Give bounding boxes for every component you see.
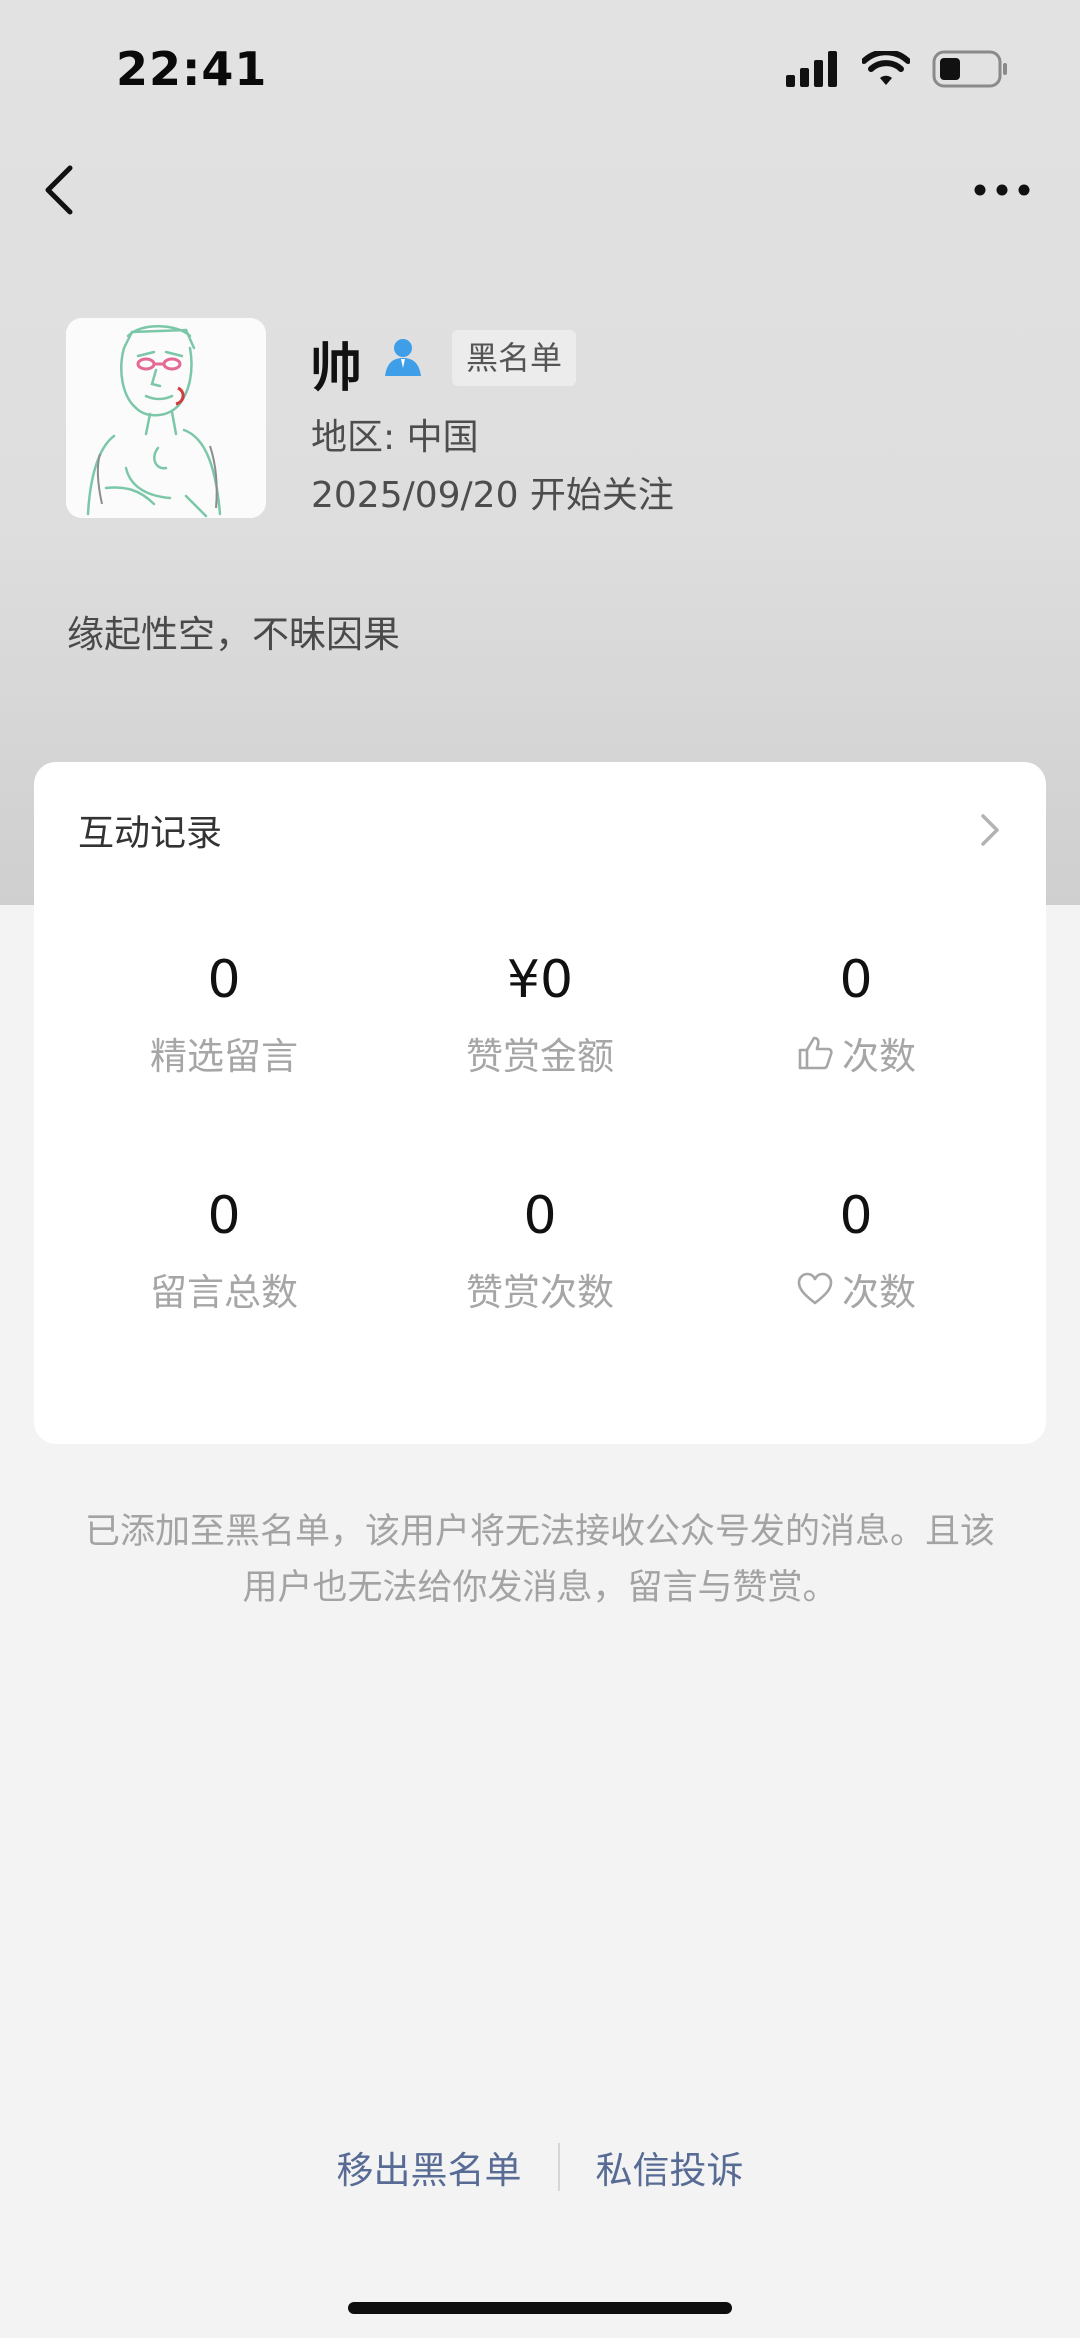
wifi-icon	[862, 51, 910, 85]
stat-label: 精选留言	[150, 1035, 298, 1078]
follow-date: 2025/09/20 开始关注	[311, 475, 674, 516]
stat-value: 0	[839, 1186, 873, 1246]
home-indicator[interactable]	[348, 2302, 732, 2314]
stat-value: 0	[207, 950, 241, 1010]
profile-name: 帅	[310, 339, 363, 399]
stat-label: 次数	[842, 1035, 916, 1078]
profile-signature: 缘起性空，不昧因果	[67, 613, 400, 656]
thumbs-up-icon	[798, 1036, 833, 1070]
notice-line-2: 用户也无法给你发消息，留言与赞赏。	[242, 1568, 838, 1608]
interaction-record-title[interactable]: 互动记录	[78, 804, 222, 856]
notice-line-1: 已添加至黑名单，该用户将无法接收公众号发的消息。且该	[84, 1512, 995, 1552]
avatar-sketch-image	[66, 318, 266, 518]
stat-featured-comments[interactable]: 0 精选留言	[74, 948, 374, 1080]
stat-label: 留言总数	[150, 1271, 298, 1314]
chevron-right-icon[interactable]	[978, 810, 1002, 850]
stat-total-comments[interactable]: 0 留言总数	[74, 1184, 374, 1316]
blacklist-badge: 黑名单	[452, 330, 577, 386]
stat-favorite-count[interactable]: 0 次数	[706, 1184, 1006, 1316]
stat-reward-count[interactable]: 0 赞赏次数	[390, 1184, 690, 1316]
more-button[interactable]	[972, 170, 1032, 210]
bottom-actions: 移出黑名单 私信投诉	[0, 2140, 1080, 2194]
person-icon	[380, 334, 426, 380]
cellular-signal-icon	[786, 51, 837, 87]
stat-value: 0	[207, 1186, 241, 1246]
back-button[interactable]	[36, 160, 86, 220]
profile-region: 地区: 中国	[311, 417, 479, 458]
battery-icon	[932, 50, 1007, 88]
chevron-left-icon	[45, 165, 73, 215]
avatar[interactable]	[66, 318, 266, 518]
stat-label: 赞赏金额	[466, 1035, 614, 1078]
stat-value: 0	[523, 1186, 557, 1246]
stat-reward-amount[interactable]: ¥0 赞赏金额	[390, 948, 690, 1080]
heart-icon	[797, 1272, 833, 1305]
status-icons	[786, 50, 1008, 88]
stat-label: 次数	[842, 1271, 916, 1314]
report-message-link[interactable]: 私信投诉	[560, 2140, 780, 2194]
stat-value: 0	[839, 950, 873, 1010]
stat-value: ¥0	[506, 950, 574, 1010]
interaction-record-card: 互动记录 0 精选留言 ¥0 赞赏金额 0 次数 0 留言总数 0 赞赏次数 0…	[34, 762, 1046, 1444]
status-time: 22:41	[116, 42, 268, 96]
blacklist-notice: 已添加至黑名单，该用户将无法接收公众号发的消息。且该 用户也无法给你发消息，留言…	[30, 1504, 1050, 1616]
stat-label: 赞赏次数	[466, 1271, 614, 1314]
remove-from-blacklist-link[interactable]: 移出黑名单	[301, 2140, 558, 2194]
stat-like-count[interactable]: 0 次数	[706, 948, 1006, 1080]
more-dots-icon	[974, 184, 1030, 196]
